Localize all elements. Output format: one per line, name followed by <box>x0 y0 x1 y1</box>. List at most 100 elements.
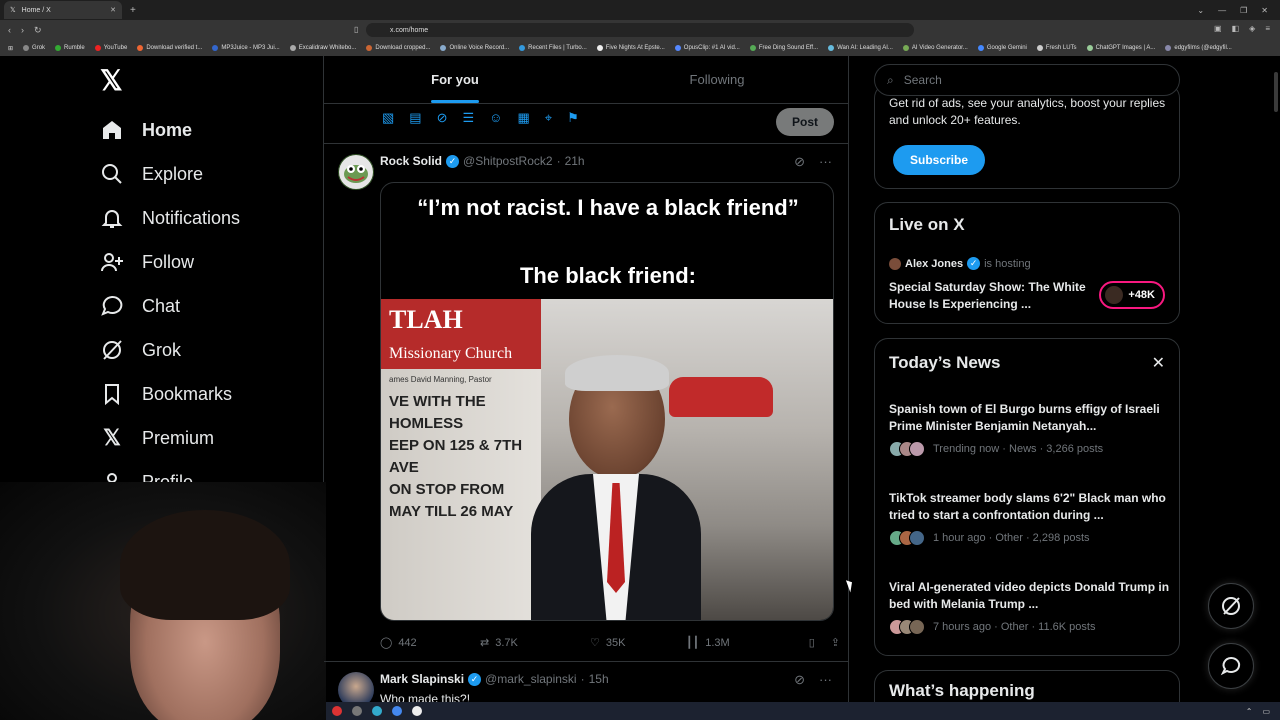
back-icon[interactable]: ‹ <box>8 25 11 36</box>
tab-following[interactable]: Following <box>586 56 848 103</box>
live-stream-title[interactable]: Special Saturday Show: The White House I… <box>889 279 1099 313</box>
tweet-time[interactable]: 15h <box>589 672 609 686</box>
tweet-time[interactable]: 21h <box>565 154 585 168</box>
news-item[interactable]: TikTok streamer body slams 6'2" Black ma… <box>889 490 1171 546</box>
author-handle[interactable]: @ShitpostRock2 <box>463 154 553 168</box>
share-icon[interactable]: ⇪ <box>831 636 840 649</box>
sidebar-icon[interactable]: ◧ <box>1232 24 1240 33</box>
news-item[interactable]: Viral AI-generated video depicts Donald … <box>889 579 1171 635</box>
live-host[interactable]: Alex Jones ✓ is hosting <box>889 257 1031 270</box>
more-icon[interactable]: ··· <box>819 672 832 688</box>
x-logo-icon[interactable]: 𝕏 <box>100 67 126 95</box>
messages-fab-button[interactable] <box>1208 643 1254 689</box>
like-button[interactable]: ♡ 35K <box>590 636 686 650</box>
taskbar-app-icon[interactable] <box>392 706 402 716</box>
views-button[interactable]: ┃┃ 1.3M <box>686 636 786 650</box>
tray-up-icon[interactable]: ⌃ <box>1246 707 1253 716</box>
tweet-media[interactable]: “I’m not racist. I have a black friend” … <box>380 182 834 621</box>
author-name[interactable]: Rock Solid <box>380 154 442 168</box>
bookmark-item[interactable]: Excalidraw Whitebo... <box>289 45 356 51</box>
sidebar-item-home[interactable]: Home <box>100 110 192 150</box>
menu-icon[interactable]: ≡ <box>1265 24 1270 33</box>
close-icon[interactable]: ✕ <box>1152 353 1165 373</box>
news-item[interactable]: Spanish town of El Burgo burns effigy of… <box>889 401 1171 457</box>
repost-button[interactable]: ⇄ 3.7K <box>480 636 590 650</box>
schedule-icon[interactable]: ▦ <box>517 110 529 126</box>
chevron-down-icon[interactable]: ⌄ <box>1197 6 1204 15</box>
image-icon[interactable]: ▧ <box>382 110 394 126</box>
taskbar-app-icon[interactable] <box>372 706 382 716</box>
grok-fab-button[interactable] <box>1208 583 1254 629</box>
bookmark-item[interactable]: YouTube <box>94 45 127 51</box>
sidebar-item-premium[interactable]: 𝕏 Premium <box>100 418 214 458</box>
post-button[interactable]: Post <box>776 108 834 136</box>
taskbar-app-icon[interactable] <box>332 706 342 716</box>
sidebar-item-grok[interactable]: Grok <box>100 330 181 370</box>
apps-icon[interactable]: ⊞ <box>8 45 13 52</box>
close-window-icon[interactable]: ✕ <box>1261 6 1268 15</box>
live-listener-count[interactable]: +48K <box>1099 281 1165 309</box>
reply-button[interactable]: ◯ 442 <box>380 636 480 650</box>
bookmark-item[interactable]: Recent Files | Turbo... <box>519 45 587 51</box>
poll-icon[interactable]: ☰ <box>463 110 475 126</box>
bookmark-item[interactable]: Online Voice Record... <box>440 45 509 51</box>
tray-display-icon[interactable]: ▭ <box>1262 707 1270 716</box>
bookmark-icon[interactable]: ▯ <box>809 636 815 649</box>
avatar[interactable] <box>338 154 374 190</box>
bookmark-item[interactable]: Five Nights At Epste... <box>596 45 665 51</box>
sidebar-item-profile[interactable]: Profile <box>100 462 193 482</box>
extensions-icon[interactable]: ▣ <box>1214 24 1222 33</box>
emoji-icon[interactable]: ☺ <box>489 110 502 126</box>
grok-explain-icon[interactable]: ⊘ <box>794 672 805 688</box>
minimize-icon[interactable]: — <box>1218 6 1226 15</box>
bookmark-item[interactable]: Download verified t... <box>137 45 202 51</box>
webcam-overlay <box>0 482 326 720</box>
sidebar-item-notifications[interactable]: Notifications <box>100 198 240 238</box>
tweet-header: Rock Solid ✓ @ShitpostRock2 · 21h <box>380 154 585 168</box>
restore-icon[interactable]: ❐ <box>1240 6 1247 15</box>
taskbar-app-icon[interactable] <box>412 706 422 716</box>
sidebar-item-chat[interactable]: Chat <box>100 286 180 326</box>
bookmark-item[interactable]: AI Video Generator... <box>902 45 968 51</box>
grok-icon[interactable]: ⊘ <box>437 110 448 126</box>
location-icon[interactable]: ⌖ <box>545 110 552 126</box>
bookmark-item[interactable]: Fresh LUTs <box>1036 45 1077 51</box>
tab-for-you[interactable]: For you <box>324 56 586 103</box>
author-handle[interactable]: @mark_slapinski <box>485 672 577 686</box>
bookmark-item[interactable]: Grok <box>23 45 45 51</box>
close-tab-icon[interactable]: ✕ <box>110 6 116 14</box>
bookmark-item[interactable]: edgyfilms (@edgyfil... <box>1165 45 1232 51</box>
bookmark-page-icon[interactable]: ▯ <box>354 25 358 34</box>
sidebar-item-follow[interactable]: Follow <box>100 242 194 282</box>
search-input[interactable]: ⌕ Search <box>874 64 1180 96</box>
bookmark-label: Download cropped... <box>375 45 431 51</box>
bookmark-item[interactable]: Wan AI: Leading AI... <box>828 45 893 51</box>
taskbar-app-icon[interactable] <box>352 706 362 716</box>
bookmark-item[interactable]: MP3Juice - MP3 Jui... <box>212 45 280 51</box>
grok-explain-icon[interactable]: ⊘ <box>794 154 805 170</box>
new-tab-icon[interactable]: + <box>130 5 136 16</box>
forward-icon[interactable]: › <box>21 25 24 36</box>
scrollbar[interactable] <box>1272 56 1280 720</box>
more-icon[interactable]: ··· <box>819 154 832 170</box>
sidebar-item-bookmarks[interactable]: Bookmarks <box>100 374 232 414</box>
scrollbar-thumb[interactable] <box>1274 72 1278 112</box>
flag-icon[interactable]: ⚑ <box>567 110 579 126</box>
browser-tab[interactable]: 𝕏 Home / X ✕ <box>4 1 122 19</box>
address-bar[interactable]: x.com/home <box>366 23 914 37</box>
bookmark-item[interactable]: Download cropped... <box>366 45 430 51</box>
gif-icon[interactable]: ▤ <box>409 110 421 126</box>
bookmark-item[interactable]: Rumble <box>55 45 85 51</box>
tweet[interactable]: Rock Solid ✓ @ShitpostRock2 · 21h ⊘ ··· … <box>324 146 848 666</box>
subscribe-button[interactable]: Subscribe <box>893 145 985 175</box>
sidebar-item-explore[interactable]: Explore <box>100 154 203 194</box>
bookmark-item[interactable]: Free Ding Sound Eff... <box>749 45 818 51</box>
wallet-icon[interactable]: ◈ <box>1249 24 1255 33</box>
bookmark-item[interactable]: ChatGPT Images | A... <box>1086 45 1155 51</box>
bookmark-item[interactable]: Google Gemini <box>977 45 1027 51</box>
bookmark-item[interactable]: OpusClip: #1 AI vid... <box>674 45 740 51</box>
reload-icon[interactable]: ↻ <box>34 25 42 36</box>
author-name[interactable]: Mark Slapinski <box>380 672 464 686</box>
verified-badge-icon: ✓ <box>446 154 460 168</box>
meme-caption-line1: “I’m not racist. I have a black friend” <box>417 195 799 220</box>
